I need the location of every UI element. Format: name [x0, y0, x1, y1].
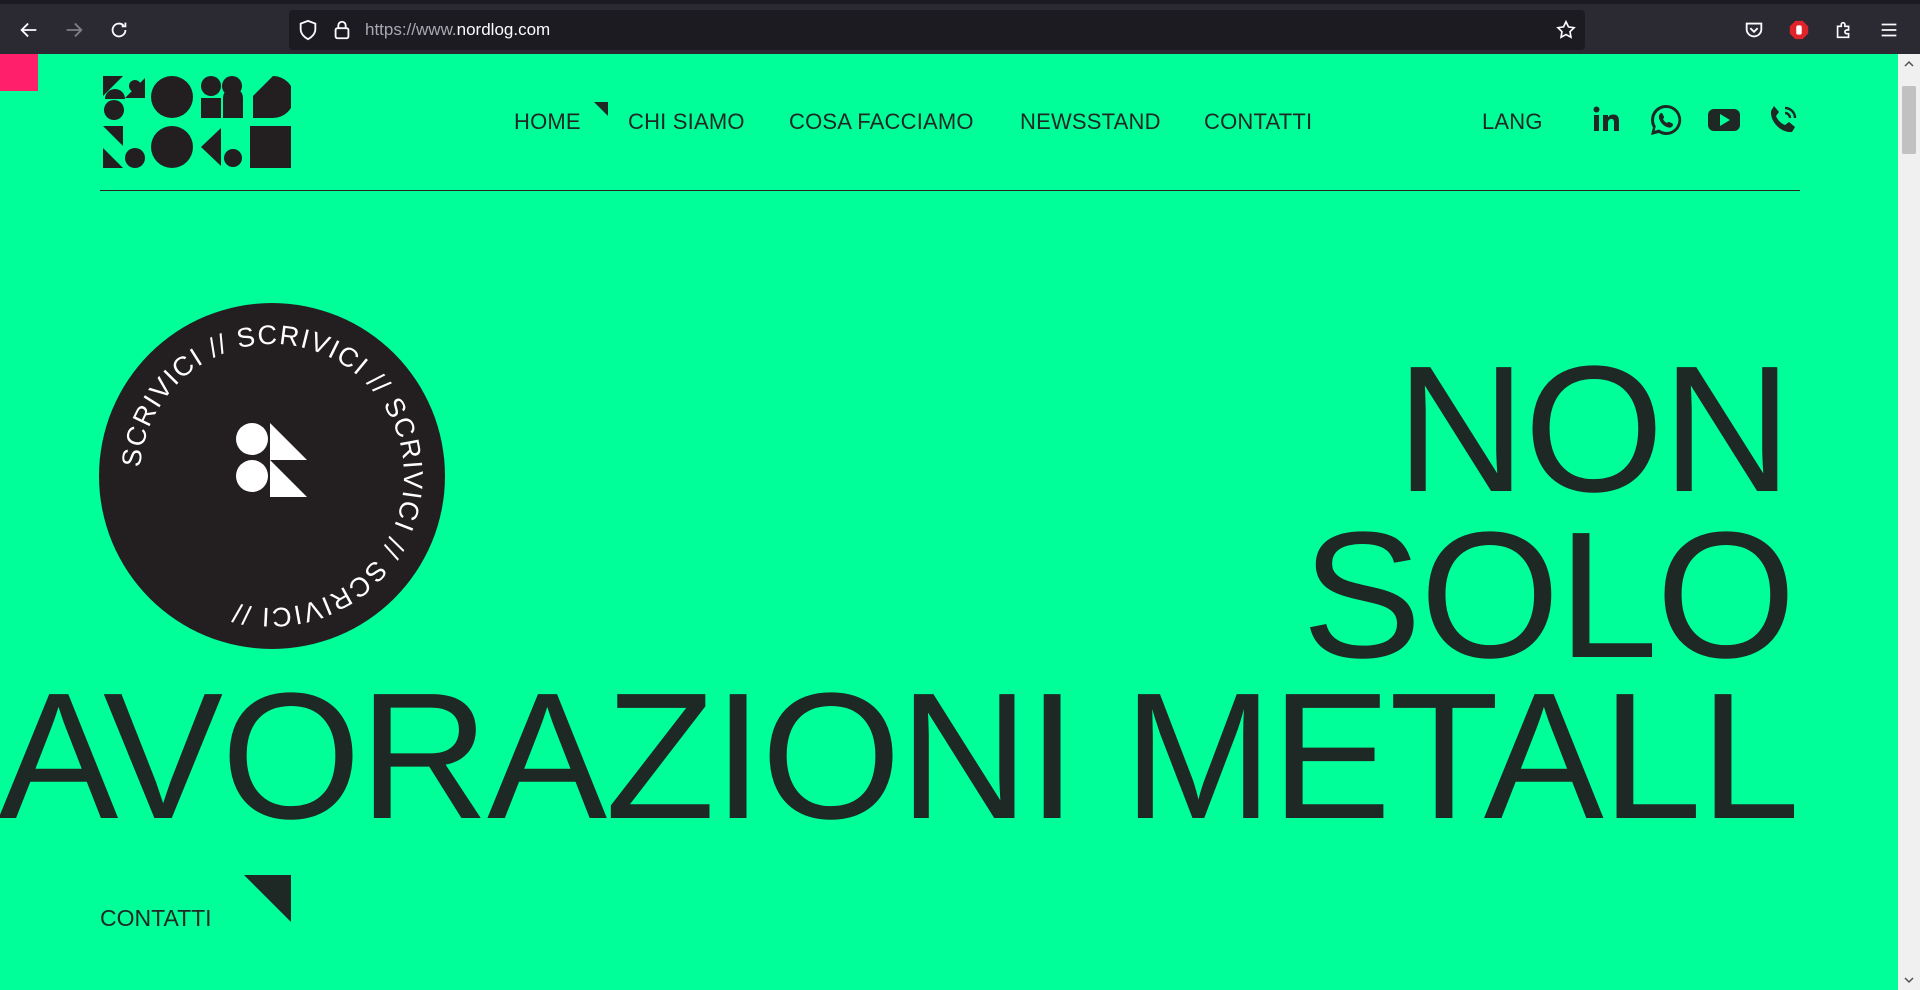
shield-icon[interactable]	[297, 19, 319, 41]
nordlog-logo[interactable]	[103, 76, 291, 168]
url-domain: nordlog.com	[456, 20, 551, 39]
url-prefix: https://www.	[365, 20, 457, 39]
hero-title-line-3: AVORAZIONI METALL	[0, 656, 1800, 857]
nav-active-indicator	[594, 102, 608, 116]
arrow-left-icon	[20, 22, 37, 38]
menu-button[interactable]	[1871, 12, 1907, 48]
nav-chi-siamo[interactable]: CHI SIAMO	[628, 109, 745, 135]
nav-newsstand[interactable]: NEWSSTAND	[1020, 109, 1161, 135]
contatti-cta-link[interactable]: CONTATTI	[100, 905, 212, 932]
header-divider	[100, 190, 1800, 191]
nav-contatti[interactable]: CONTATTI	[1204, 109, 1312, 135]
hero-title-line-1: NON	[1396, 329, 1792, 530]
lock-icon[interactable]	[331, 19, 353, 41]
scrivici-badge[interactable]: SCRIVICI // SCRIVICI // SCRIVICI // SCRI…	[99, 303, 445, 649]
reload-icon	[111, 22, 127, 38]
bookmark-star-icon[interactable]	[1555, 19, 1577, 41]
nav-home[interactable]: HOME	[514, 109, 581, 135]
nav-cosa-facciamo[interactable]: COSA FACCIAMO	[789, 109, 974, 135]
scroll-up-arrow-icon[interactable]	[1903, 58, 1915, 70]
extensions-button[interactable]	[1826, 12, 1862, 48]
pocket-icon	[1745, 22, 1763, 38]
back-button[interactable]	[11, 12, 47, 48]
extension-adblock-button[interactable]	[1781, 12, 1817, 48]
pocket-button[interactable]	[1736, 12, 1772, 48]
page-scrollbar[interactable]	[1898, 54, 1920, 990]
url-text[interactable]: https://www.nordlog.com	[365, 10, 550, 50]
forward-button[interactable]	[56, 12, 92, 48]
hamburger-icon	[1881, 23, 1897, 37]
scrollbar-thumb[interactable]	[1902, 86, 1916, 154]
linkedin-icon[interactable]	[1589, 102, 1625, 138]
page-content: HOME CHI SIAMO COSA FACCIAMO NEWSSTAND C…	[0, 54, 1898, 990]
reload-button[interactable]	[101, 12, 137, 48]
address-bar[interactable]: https://www.nordlog.com	[289, 10, 1585, 50]
whatsapp-icon[interactable]	[1648, 102, 1684, 138]
arrow-right-icon	[66, 22, 83, 38]
scroll-down-arrow-icon[interactable]	[1903, 974, 1915, 986]
youtube-icon[interactable]	[1706, 102, 1742, 138]
stop-hand-icon	[1789, 20, 1809, 40]
language-switcher[interactable]: LANG	[1482, 109, 1543, 135]
cta-triangle-mark[interactable]	[244, 875, 291, 922]
phone-icon[interactable]	[1765, 102, 1801, 138]
browser-toolbar: https://www.nordlog.com	[0, 0, 1920, 54]
corner-accent-mark	[0, 54, 38, 91]
puzzle-icon	[1836, 21, 1850, 39]
